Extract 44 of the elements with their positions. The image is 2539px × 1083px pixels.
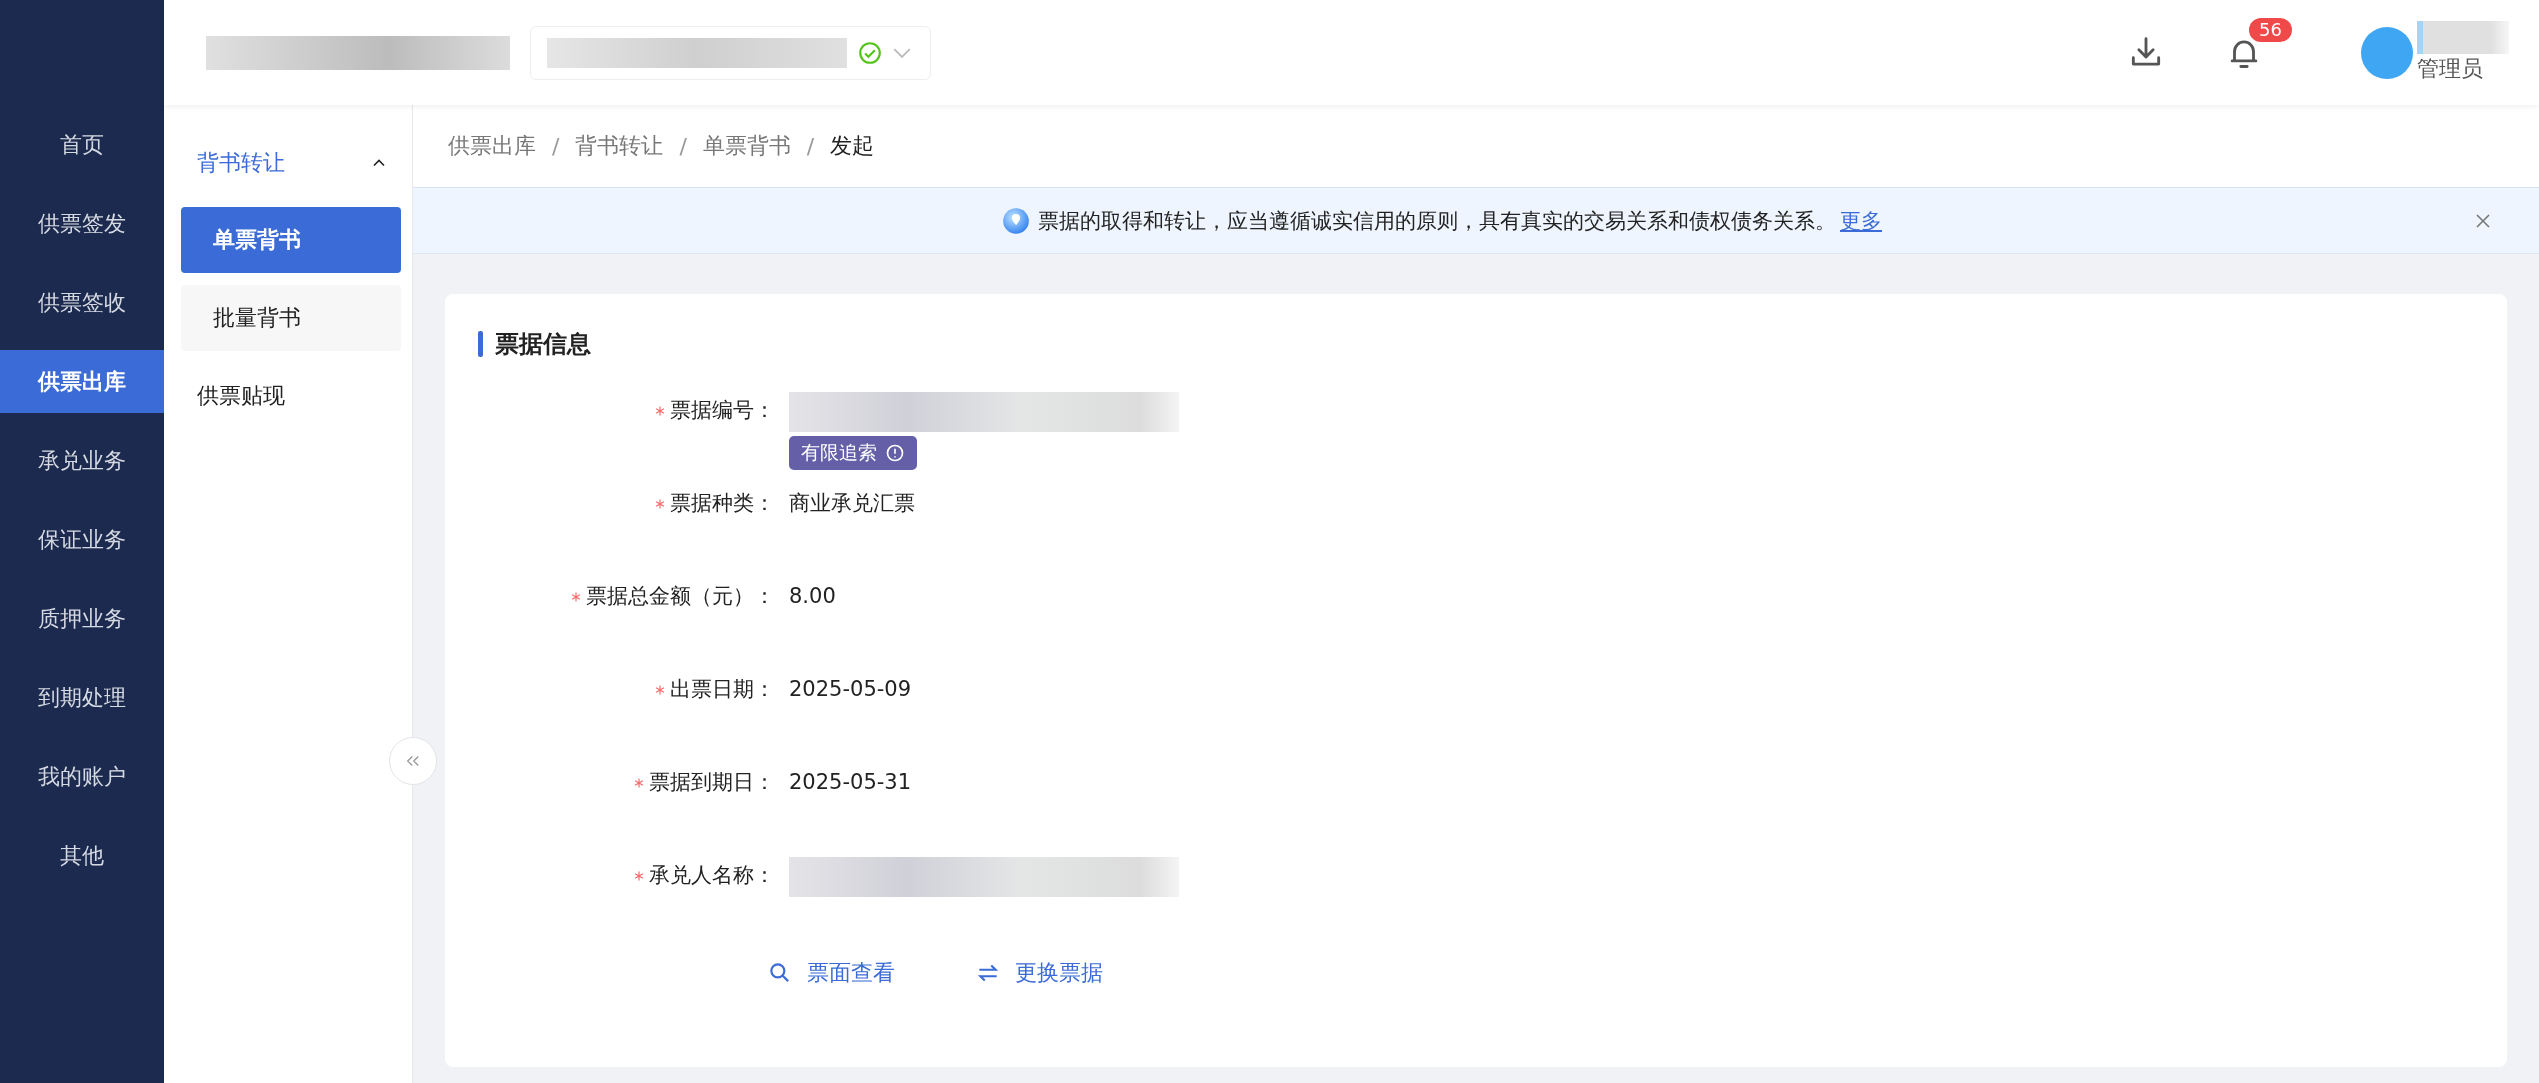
field-value: 2025-05-31 [789,769,912,796]
field-value: 2025-05-09 [789,676,912,703]
avatar[interactable] [2361,26,2413,79]
breadcrumb-separator: / [552,133,560,159]
field-label: 票据总金额（元）： [586,584,775,608]
breadcrumb-separator: / [806,133,815,159]
info-icon[interactable] [885,443,905,463]
nav-item[interactable]: 供票出库 [0,350,164,413]
submenu-group[interactable]: 背书转让 [181,131,401,195]
nav-item[interactable]: 其他 [0,824,164,887]
user-role: 管理员 [2417,55,2483,83]
nav-item[interactable]: 质押业务 [0,587,164,650]
more-link[interactable]: 更多 [1840,208,1882,233]
tag-text: 有限追索 [801,440,877,465]
field-label: 票据种类： [670,491,775,515]
action-link[interactable]: 更换票据 [975,958,1103,988]
action-link[interactable]: 票面查看 [767,958,895,988]
nav-item[interactable]: 承兑业务 [0,429,164,492]
info-bulb-icon [1002,206,1030,235]
nav-item[interactable]: 供票签收 [0,271,164,334]
field-label: 票据编号： [670,398,775,422]
breadcrumb-item: 发起 [830,132,875,160]
notice-text: 票据的取得和转让，应当遵循诚实信用的原则，具有真实的交易关系和债权债务关系。 更多 [1038,207,1882,235]
breadcrumb-item[interactable]: 单票背书 [702,131,791,161]
nav-item[interactable]: 到期处理 [0,666,164,729]
nav-item[interactable]: 保证业务 [0,508,164,571]
notification-badge: 56 [2249,17,2292,42]
breadcrumb-item[interactable]: 背书转让 [575,131,664,161]
nav-item[interactable]: 首页 [0,113,164,176]
field-label: 出票日期： [670,677,775,701]
nav-item[interactable]: 我的账户 [0,745,164,808]
breadcrumb-item[interactable]: 供票出库 [448,131,536,161]
submenu-item[interactable]: 供票贴现 [181,363,401,429]
nav-item[interactable]: 供票签发 [0,192,164,255]
submenu-item[interactable]: 单票背书 [181,207,401,273]
field-label: 票据到期日： [649,770,775,794]
title-accent-bar [478,331,483,357]
breadcrumb-separator: / [679,133,687,159]
field-value: 8.00 [789,583,836,610]
submenu-item[interactable]: 批量背书 [181,285,401,351]
field-label: 承兑人名称： [649,863,775,887]
chevron-down-icon [893,47,911,58]
card-title: 票据信息 [495,329,591,360]
field-value: 商业承兑汇票 [789,490,915,517]
